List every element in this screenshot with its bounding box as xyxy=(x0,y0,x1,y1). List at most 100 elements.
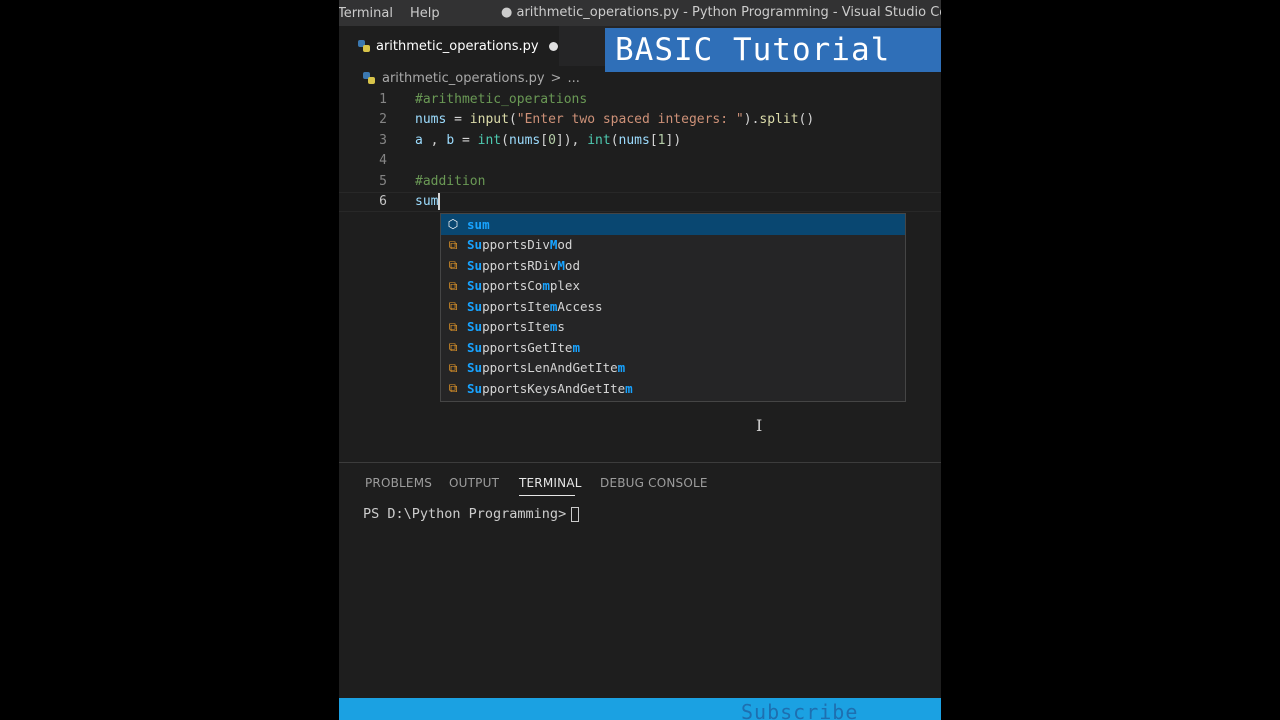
code-line[interactable]: 2 nums = input("Enter two spaced integers… xyxy=(339,110,941,130)
vscode-window: Terminal Help ● arithmetic_operations.py… xyxy=(339,0,941,720)
code-text: a , b = int(nums[0]), int(nums[1]) xyxy=(415,131,681,151)
line-number: 1 xyxy=(379,92,387,107)
line-number: 3 xyxy=(379,132,387,148)
code-text: sum xyxy=(415,192,441,212)
code-token: a xyxy=(415,132,423,148)
modified-dot-icon[interactable] xyxy=(548,41,558,51)
chevron-right-icon: > xyxy=(550,70,562,86)
suggestion-item[interactable]: ⧉ SupportsRDivMod xyxy=(441,255,905,276)
code-token: nums xyxy=(415,112,447,128)
code-token: = xyxy=(446,112,470,128)
breadcrumb: arithmetic_operations.py > ... xyxy=(339,66,941,90)
suggestion-item[interactable]: ⧉ SupportsItemAccess xyxy=(441,296,905,317)
python-file-icon xyxy=(358,40,370,52)
class-icon: ⧉ xyxy=(448,258,458,273)
code-token: #arithmetic_operations xyxy=(415,92,588,107)
suggestion-label: SupportsKeysAndGetItem xyxy=(467,380,633,396)
terminal-cursor xyxy=(571,506,580,522)
class-icon: ⧉ xyxy=(448,340,458,355)
class-icon: ⧉ xyxy=(448,299,458,314)
menu-terminal[interactable]: Terminal xyxy=(339,6,393,21)
subscribe-overlay: Subscribe xyxy=(741,700,859,720)
suggestion-label: SupportsGetItem xyxy=(467,339,580,355)
line-number: 6 xyxy=(379,194,387,209)
class-icon: ⧉ xyxy=(448,381,458,396)
suggestion-label: sum xyxy=(467,216,490,232)
class-icon: ⧉ xyxy=(448,360,458,375)
bottom-panel: PROBLEMS OUTPUT TERMINAL DEBUG CONSOLE P… xyxy=(339,462,941,698)
code-line[interactable]: 1 #arithmetic_operations xyxy=(339,90,941,110)
code-line[interactable]: 6 sum xyxy=(339,192,941,212)
suggestion-item[interactable]: ⧉ SupportsGetItem xyxy=(441,337,905,358)
python-file-icon xyxy=(363,72,375,84)
suggestion-label: SupportsLenAndGetItem xyxy=(467,360,626,376)
code-token: ]) xyxy=(665,132,682,148)
code-token: sum xyxy=(415,194,439,209)
code-token: nums xyxy=(508,132,541,148)
tab-terminal[interactable]: TERMINAL xyxy=(519,476,582,490)
code-token: 0 xyxy=(548,132,556,148)
editor-tab[interactable]: arithmetic_operations.py xyxy=(339,26,559,66)
code-token: nums xyxy=(618,132,650,148)
code-token: [ xyxy=(540,132,549,148)
class-icon: ⧉ xyxy=(448,319,458,334)
code-token: "Enter two spaced integers: " xyxy=(516,112,744,128)
suggestion-item[interactable]: ⧉ SupportsKeysAndGetItem xyxy=(441,378,905,399)
cube-icon: ⬡ xyxy=(447,217,459,232)
line-number: 4 xyxy=(379,153,387,169)
code-token: ( xyxy=(610,132,619,148)
code-text: #arithmetic_operations xyxy=(415,90,587,110)
code-token: split xyxy=(759,112,799,128)
suggestion-item[interactable]: ⧉ SupportsLenAndGetItem xyxy=(441,358,905,379)
tab-filename: arithmetic_operations.py xyxy=(376,38,539,54)
code-token: [ xyxy=(649,132,658,148)
code-token: ]), xyxy=(555,132,588,148)
code-text: nums = input("Enter two spaced integers:… xyxy=(415,110,814,130)
title-bar: Terminal Help ● arithmetic_operations.py… xyxy=(339,0,941,26)
suggestion-label: SupportsDivMod xyxy=(467,237,573,253)
code-token: , xyxy=(422,132,447,148)
suggest-widget: ⬡ sum ⧉ SupportsDivMod ⧉ SupportsRDivMod ⧉ Supp… xyxy=(440,213,906,402)
suggestion-label: SupportsItems xyxy=(467,319,565,335)
terminal-prompt: PS D:\Python Programming> xyxy=(363,506,567,522)
tab-debug-console[interactable]: DEBUG CONSOLE xyxy=(600,476,708,490)
code-token: ). xyxy=(743,112,760,128)
code-line[interactable]: 5 #addition xyxy=(339,172,941,192)
line-number: 5 xyxy=(379,173,387,189)
code-token: 1 xyxy=(657,132,666,148)
menu-help[interactable]: Help xyxy=(410,6,440,21)
text-cursor-icon: I xyxy=(756,416,763,435)
suggestion-label: SupportsRDivMod xyxy=(467,257,580,273)
suggestion-item[interactable]: ⧉ SupportsDivMod xyxy=(441,235,905,256)
suggestion-item[interactable]: ⬡ sum xyxy=(441,214,905,235)
breadcrumb-more[interactable]: ... xyxy=(567,71,579,86)
suggestion-item[interactable]: ⧉ SupportsItems xyxy=(441,317,905,338)
code-token: = xyxy=(454,132,478,148)
breadcrumb-file[interactable]: arithmetic_operations.py xyxy=(382,71,545,86)
code-line[interactable]: 4 xyxy=(339,151,941,171)
class-icon: ⧉ xyxy=(448,278,458,293)
code-token: int xyxy=(477,132,502,148)
active-tab-indicator xyxy=(519,495,575,496)
status-bar: Subscribe xyxy=(339,698,941,720)
window-title: ● arithmetic_operations.py - Python Prog… xyxy=(501,5,941,20)
text-caret xyxy=(438,193,441,210)
code-token: ( xyxy=(508,112,517,128)
code-token: b xyxy=(446,132,455,148)
code-token: int xyxy=(587,132,611,148)
code-token: input xyxy=(469,112,509,128)
code-line[interactable]: 3a , b = int(nums[0]), int(nums[1]) xyxy=(339,131,941,151)
line-number: 2 xyxy=(379,112,387,128)
suggestion-item[interactable]: ⧉ SupportsComplex xyxy=(441,276,905,297)
tab-output[interactable]: OUTPUT xyxy=(449,476,499,490)
code-token: () xyxy=(798,112,815,128)
code-token: #addition xyxy=(415,173,486,189)
terminal-output[interactable]: PS D:\Python Programming> xyxy=(363,506,580,522)
suggestion-label: SupportsComplex xyxy=(467,278,580,294)
suggestion-label: SupportsItemAccess xyxy=(467,298,603,314)
class-icon: ⧉ xyxy=(448,237,458,252)
banner-text: BASIC Tutorial xyxy=(615,32,891,68)
code-text: #addition xyxy=(415,172,485,192)
code-token: ( xyxy=(501,132,509,148)
tab-problems[interactable]: PROBLEMS xyxy=(365,476,432,490)
